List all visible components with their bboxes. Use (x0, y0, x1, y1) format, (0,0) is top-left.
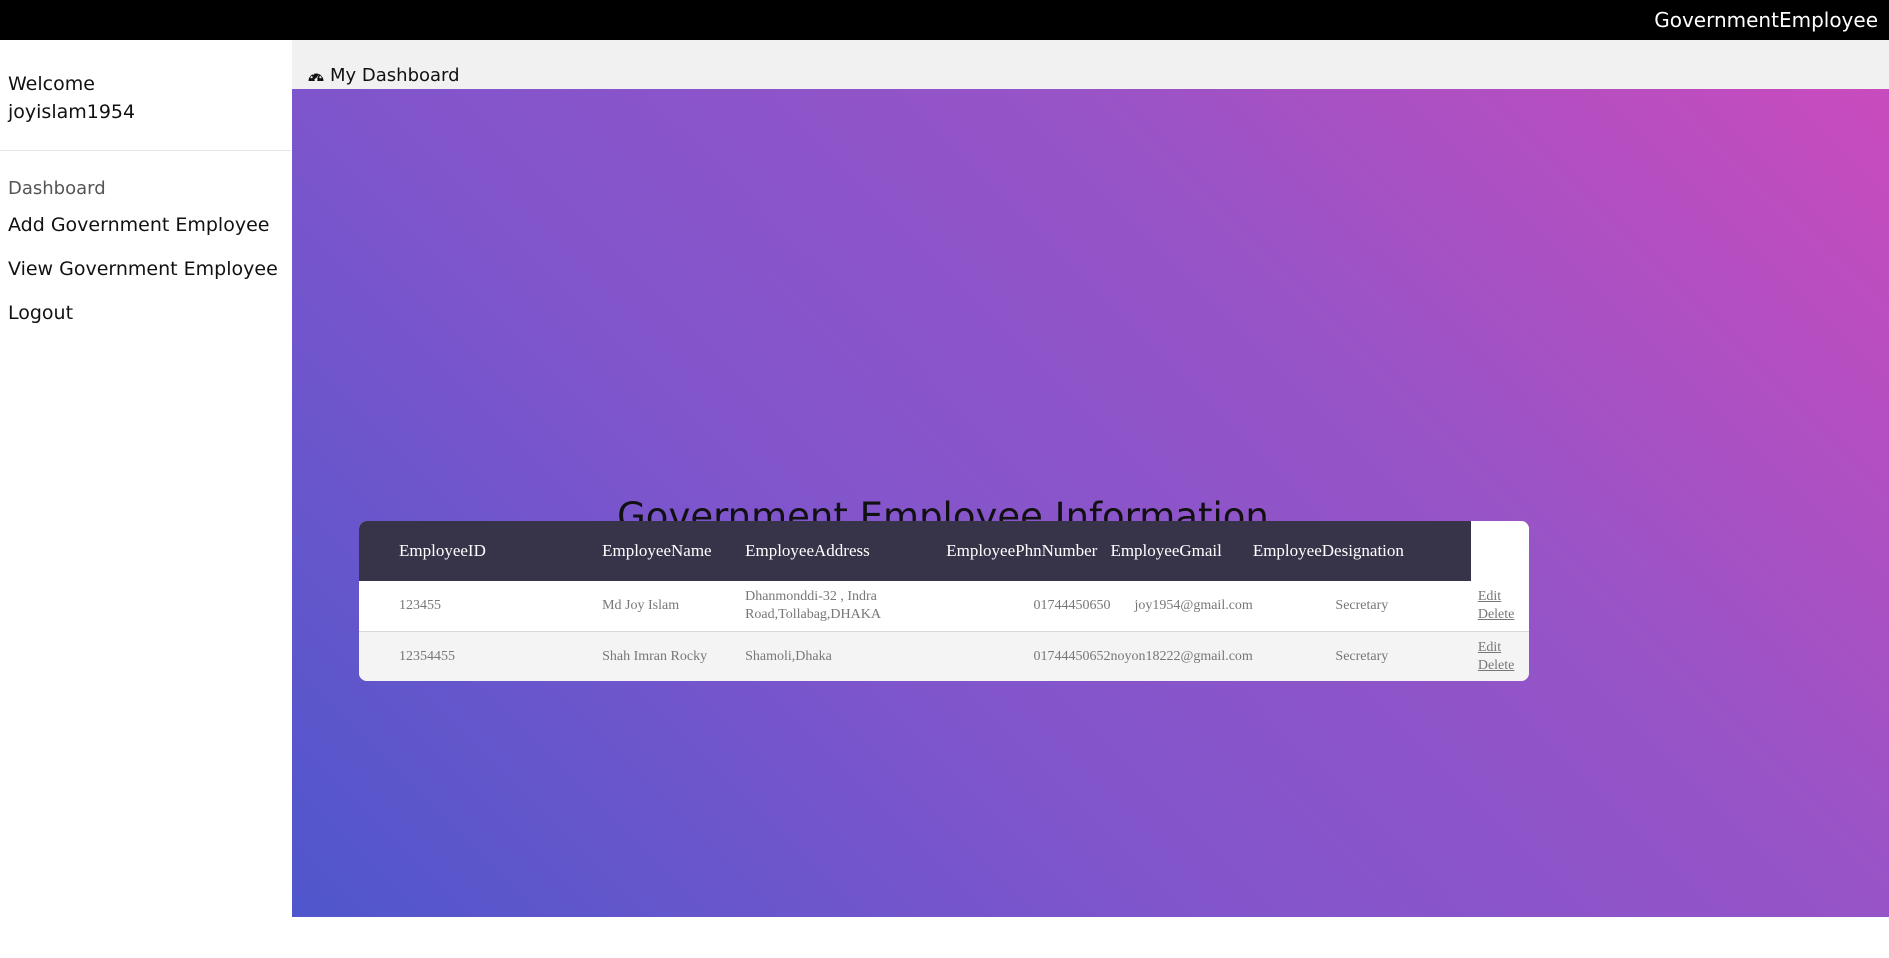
top-navbar: GovernmentEmployee (0, 0, 1889, 40)
cell-actions: Edit Delete (1470, 581, 1529, 632)
edit-link[interactable]: Edit (1478, 588, 1529, 606)
sidebar-item-add-employee[interactable]: Add Government Employee (8, 203, 283, 247)
delete-link[interactable]: Delete (1478, 606, 1529, 624)
welcome-block: Welcome joyislam1954 (0, 40, 291, 126)
cell-id: 12354455 (359, 631, 603, 681)
column-header-phone: EmployeePhnNumber (946, 521, 1111, 581)
tachometer-icon (308, 70, 324, 81)
column-header-actions (1470, 521, 1529, 581)
edit-link[interactable]: Edit (1478, 639, 1529, 657)
sidebar-heading-dashboard: Dashboard (8, 178, 106, 199)
cell-address: Dhanmonddi-32 , Indra Road,Tollabag,DHAK… (745, 581, 947, 632)
cell-designation: Secretary (1252, 631, 1471, 681)
column-header-name: EmployeeName (602, 521, 746, 581)
brand-name[interactable]: GovernmentEmployee (1654, 8, 1889, 32)
cell-gmail: joy1954@gmail.com (1110, 581, 1253, 632)
cell-address-line1: Dhanmonddi-32 , Indra (745, 589, 877, 604)
cell-phone: 01744450650 (946, 581, 1111, 632)
table-row: 123455 Md Joy Islam Dhanmonddi-32 , Indr… (359, 581, 1529, 632)
cell-phone: 01744450652 (946, 631, 1111, 681)
cell-address-line1: Shamoli,Dhaka (745, 648, 832, 664)
activation-watermark: Activate Windows Go to Settings to activ… (1591, 919, 1824, 958)
employee-table: EmployeeID EmployeeName EmployeeAddress … (359, 521, 1529, 681)
watermark-subtitle: Go to Settings to activate Windows. (1591, 943, 1824, 958)
watermark-title: Activate Windows (1591, 919, 1751, 940)
employee-table-card: EmployeeID EmployeeName EmployeeAddress … (359, 521, 1529, 681)
cell-id: 123455 (359, 581, 603, 632)
column-header-designation: EmployeeDesignation (1252, 521, 1471, 581)
sidebar-item-logout[interactable]: Logout (8, 291, 283, 335)
sidebar-item-view-employee[interactable]: View Government Employee (8, 247, 283, 291)
breadcrumb: My Dashboard (307, 65, 460, 89)
cell-actions: Edit Delete (1470, 631, 1529, 681)
cell-address: Shamoli,Dhaka (745, 631, 947, 681)
main-content: My Dashboard Government Employee Informa… (292, 40, 1889, 958)
column-header-address: EmployeeAddress (745, 521, 947, 581)
cell-name: Shah Imran Rocky (602, 631, 746, 681)
sidebar: Welcome joyislam1954 Dashboard Add Gover… (0, 40, 291, 917)
delete-link[interactable]: Delete (1478, 657, 1529, 675)
welcome-label: Welcome (8, 73, 95, 95)
breadcrumb-bar: My Dashboard (292, 40, 1889, 89)
username: joyislam1954 (8, 101, 136, 123)
dashboard-hero: Government Employee Information Employee… (292, 89, 1889, 958)
cell-name: Md Joy Islam (602, 581, 746, 632)
table-row: 12354455 Shah Imran Rocky Shamoli,Dhaka … (359, 631, 1529, 681)
column-header-gmail: EmployeeGmail (1110, 521, 1253, 581)
column-header-id: EmployeeID (359, 521, 603, 581)
sidebar-nav: Dashboard Add Government Employee View G… (0, 151, 291, 335)
table-header-row: EmployeeID EmployeeName EmployeeAddress … (359, 521, 1529, 581)
cell-gmail: noyon18222@gmail.com (1110, 631, 1253, 681)
cell-address-line2: Road,Tollabag,DHAKA (745, 607, 881, 622)
cell-designation: Secretary (1252, 581, 1471, 632)
breadcrumb-label: My Dashboard (330, 65, 460, 86)
